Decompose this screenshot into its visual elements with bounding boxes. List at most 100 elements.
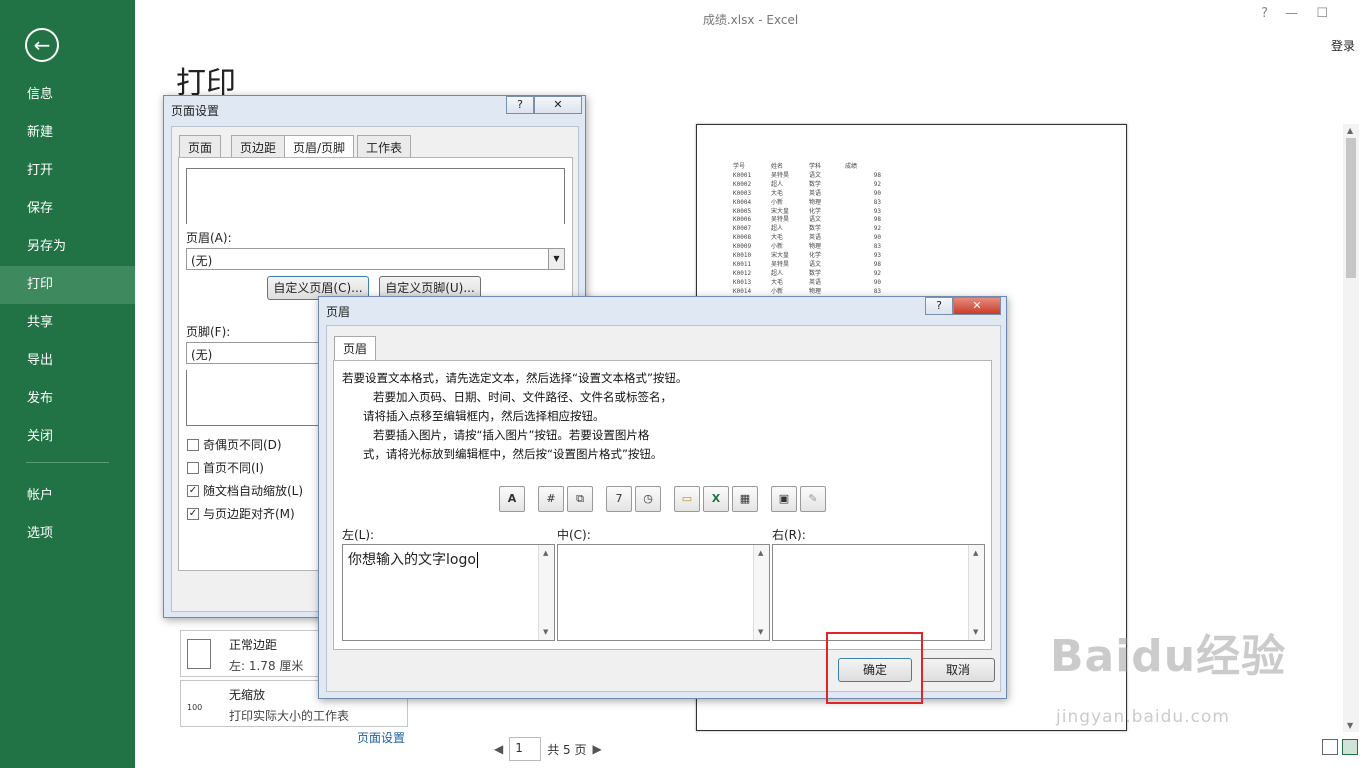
scroll-up-icon[interactable]: ▲ <box>543 549 548 557</box>
preview-cell: K0002 <box>733 180 752 188</box>
preview-cell: K0004 <box>733 198 752 206</box>
preview-cell: 超人 <box>771 269 784 277</box>
help-icon[interactable]: ? <box>506 96 534 114</box>
checkbox-box[interactable] <box>187 438 199 451</box>
nav-account[interactable]: 帐户 <box>0 477 135 515</box>
preview-row: K0002 超人 数学 92 <box>733 181 881 190</box>
setting-title: 正常边距 <box>229 638 278 652</box>
chevron-down-icon[interactable]: ▼ <box>548 249 564 269</box>
scale-with-doc-checkbox[interactable]: ✓ 随文档自动缩放(L) <box>187 482 303 499</box>
preview-cell: 姓名 <box>771 163 784 170</box>
insert-picture-icon[interactable]: ▣ <box>771 486 797 512</box>
checkbox-label: 与页边距对齐(M) <box>203 507 295 521</box>
preview-cell: 数学 <box>809 225 822 233</box>
left-section-label: 左(L): <box>342 528 375 542</box>
insert-time-icon[interactable]: ◷ <box>635 486 661 512</box>
preview-cell: 98 <box>873 171 881 179</box>
preview-row: K0001 吴特昊 语文 98 <box>733 172 881 181</box>
checkbox-label: 随文档自动缩放(L) <box>203 484 304 498</box>
checkmark-icon[interactable]: ✓ <box>187 484 199 497</box>
odd-even-checkbox[interactable]: 奇偶页不同(D) <box>187 436 282 453</box>
first-page-checkbox[interactable]: 首页不同(I) <box>187 459 264 476</box>
setting-detail: 左: 1.78 厘米 <box>229 659 304 673</box>
tab-margins[interactable]: 页边距 <box>231 135 286 157</box>
tab-page[interactable]: 页面 <box>179 135 222 157</box>
nav-new[interactable]: 新建 <box>0 114 135 152</box>
preview-view-buttons <box>1322 739 1358 755</box>
footer-value: (无) <box>191 348 213 362</box>
scroll-up-icon[interactable]: ▲ <box>758 549 763 557</box>
align-margins-checkbox[interactable]: ✓ 与页边距对齐(M) <box>187 505 295 522</box>
tab-header[interactable]: 页眉 <box>334 336 377 362</box>
instruction-line: 若要加入页码、日期、时间、文件路径、文件名或标签名， <box>373 390 672 404</box>
zoom-to-page-icon[interactable] <box>1342 739 1358 755</box>
nav-share[interactable]: 共享 <box>0 304 135 342</box>
scroll-up-icon[interactable]: ▲ <box>1347 126 1353 135</box>
checkbox-box[interactable] <box>187 461 199 474</box>
insert-page-count-icon[interactable]: ⧉ <box>567 486 593 512</box>
header-combo[interactable]: (无) ▼ <box>186 248 565 270</box>
maximize-icon[interactable]: ☐ <box>1316 6 1328 21</box>
scroll-thumb[interactable] <box>1346 138 1356 278</box>
next-page-icon[interactable]: ▶ <box>593 742 602 756</box>
footer-label: 页脚(F): <box>186 325 231 339</box>
help-icon[interactable]: ? <box>925 297 953 315</box>
preview-row: K0007 超人 数学 92 <box>733 225 881 234</box>
left-section-input[interactable]: 你想输入的文字logo ▲ ▼ <box>342 544 555 641</box>
nav-close[interactable]: 关闭 <box>0 418 135 456</box>
preview-header-row: 学号 姓名 学科 成绩 <box>733 163 881 172</box>
close-icon[interactable]: ✕ <box>534 96 582 114</box>
preview-cell: K0013 <box>733 278 752 286</box>
scroll-down-icon[interactable]: ▼ <box>973 628 978 636</box>
right-section-input[interactable]: ▲ ▼ <box>772 544 985 641</box>
checkmark-icon[interactable]: ✓ <box>187 507 199 520</box>
preview-cell: 语文 <box>809 260 822 268</box>
left-section-text: 你想输入的文字logo <box>348 552 476 568</box>
nav-open[interactable]: 打开 <box>0 152 135 190</box>
login-link[interactable]: 登录 <box>1331 37 1355 54</box>
help-icon[interactable]: ? <box>1261 6 1268 21</box>
insert-file-path-icon[interactable]: ▭ <box>674 486 700 512</box>
instruction-line: 式，请将光标放到编辑框中，然后按“设置图片格式”按钮。 <box>363 447 663 461</box>
nav-print[interactable]: 打印 <box>0 266 135 304</box>
nav-save[interactable]: 保存 <box>0 190 135 228</box>
scroll-down-icon[interactable]: ▼ <box>758 628 763 636</box>
nav-export[interactable]: 导出 <box>0 342 135 380</box>
section-scrollbar[interactable]: ▲ ▼ <box>968 545 984 640</box>
insert-page-number-icon[interactable]: # <box>538 486 564 512</box>
page-total: 共 5 页 <box>547 742 587 757</box>
back-arrow-icon[interactable]: ← <box>25 28 59 62</box>
baidu-watermark: Baidu经验 <box>1050 631 1287 682</box>
section-scrollbar[interactable]: ▲ ▼ <box>538 545 554 640</box>
nav-info[interactable]: 信息 <box>0 76 135 114</box>
tab-sheet[interactable]: 工作表 <box>357 135 412 157</box>
preview-cell: 成绩 <box>845 163 858 170</box>
close-icon[interactable]: ✕ <box>953 297 1001 315</box>
preview-cell: K0006 <box>733 216 752 224</box>
nav-options[interactable]: 选项 <box>0 515 135 553</box>
setting-detail: 打印实际大小的工作表 <box>229 709 350 723</box>
nav-publish[interactable]: 发布 <box>0 380 135 418</box>
page-number-input[interactable]: 1 <box>509 737 542 761</box>
prev-page-icon[interactable]: ◀ <box>494 742 503 756</box>
show-margins-icon[interactable] <box>1322 739 1338 755</box>
preview-scrollbar[interactable]: ▲ ▼ <box>1343 124 1359 732</box>
preview-cell: 83 <box>873 243 881 251</box>
page-setup-link[interactable]: 页面设置 <box>357 729 405 746</box>
center-section-input[interactable]: ▲ ▼ <box>557 544 770 641</box>
format-picture-icon[interactable]: ✎ <box>800 486 826 512</box>
scroll-up-icon[interactable]: ▲ <box>973 549 978 557</box>
insert-sheet-name-icon[interactable]: ▦ <box>732 486 758 512</box>
insert-file-name-icon[interactable]: X <box>703 486 729 512</box>
scroll-down-icon[interactable]: ▼ <box>1347 721 1353 730</box>
cancel-button[interactable]: 取消 <box>921 658 995 682</box>
minimize-icon[interactable]: — <box>1285 6 1298 21</box>
nav-save-as[interactable]: 另存为 <box>0 228 135 266</box>
format-text-icon[interactable]: A <box>499 486 525 512</box>
tab-header-footer[interactable]: 页眉/页脚 <box>284 135 355 159</box>
insert-date-icon[interactable]: 7 <box>606 486 632 512</box>
preview-cell: 90 <box>873 189 881 197</box>
preview-row: K0004 小新 物理 83 <box>733 199 881 208</box>
scroll-down-icon[interactable]: ▼ <box>543 628 548 636</box>
section-scrollbar[interactable]: ▲ ▼ <box>753 545 769 640</box>
